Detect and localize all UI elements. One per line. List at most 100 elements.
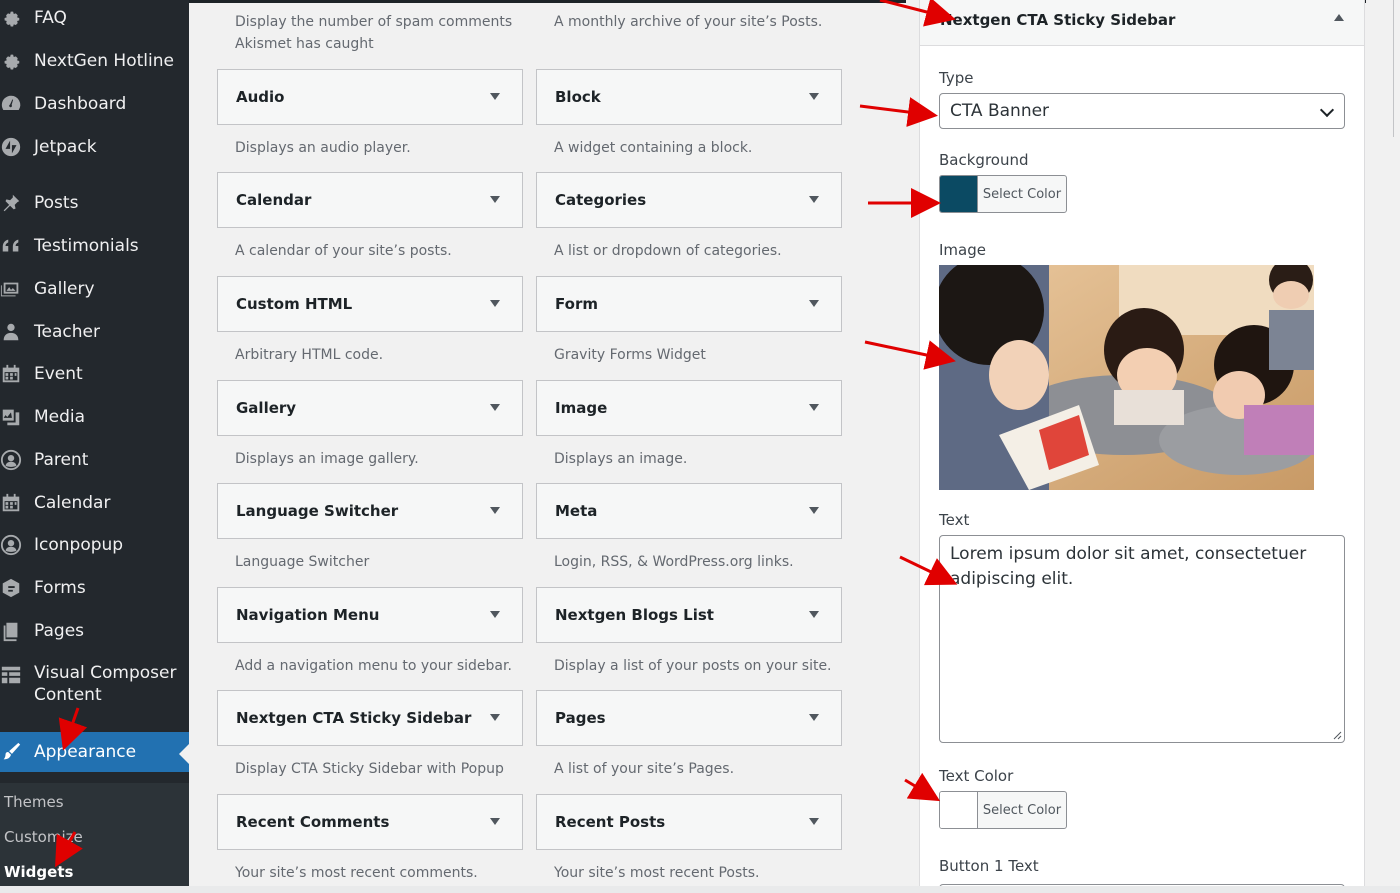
menu-pages[interactable]: Pages (0, 611, 189, 651)
menu-label: Teacher (34, 322, 100, 342)
widget-name: Navigation Menu (236, 606, 380, 624)
menu-forms[interactable]: Forms (0, 568, 189, 608)
widget-name: Recent Comments (236, 813, 390, 831)
caret-down-icon[interactable] (809, 611, 819, 618)
widget-name: Pages (555, 709, 606, 727)
menu-faq[interactable]: FAQ (0, 0, 189, 38)
gallery-icon (0, 278, 22, 300)
widget-header[interactable]: Nextgen CTA Sticky Sidebar (920, 0, 1364, 46)
widget-title: Nextgen CTA Sticky Sidebar (940, 11, 1176, 29)
widget-desc: Display a list of your posts on your sit… (554, 658, 832, 674)
menu-visual-composer[interactable]: Visual Composer Content (0, 662, 189, 712)
widget-name: Categories (555, 191, 647, 209)
cta-image[interactable] (939, 265, 1314, 490)
gear-icon (0, 7, 22, 29)
menu-calendar[interactable]: Calendar (0, 483, 189, 523)
widget-name: Nextgen CTA Sticky Sidebar (236, 709, 472, 727)
widget-name: Language Switcher (236, 502, 399, 520)
forms-icon (0, 577, 22, 599)
caret-down-icon[interactable] (809, 196, 819, 203)
menu-posts[interactable]: Posts (0, 183, 189, 223)
pin-icon (0, 192, 22, 214)
widget-item[interactable]: Recent Comments (217, 794, 523, 850)
calendar-icon (0, 363, 22, 385)
menu-label: Testimonials (34, 236, 139, 256)
caret-down-icon[interactable] (490, 714, 500, 721)
menu-label: Pages (34, 621, 85, 641)
widget-item[interactable]: Calendar (217, 172, 523, 228)
menu-jetpack[interactable]: Jetpack (0, 127, 189, 167)
menu-label: Event (34, 364, 83, 384)
submenu-customize[interactable]: Customize (4, 828, 83, 846)
widget-item[interactable]: Recent Posts (536, 794, 842, 850)
bottom-strip (0, 886, 1400, 893)
text-textarea[interactable]: Lorem ipsum dolor sit amet, consectetuer… (939, 535, 1345, 743)
widget-desc: Gravity Forms Widget (554, 347, 706, 363)
quote-icon (0, 235, 22, 257)
caret-down-icon[interactable] (490, 818, 500, 825)
pages-icon (0, 620, 22, 642)
text-color-label: Text Color (939, 767, 1014, 785)
menu-testimonials[interactable]: Testimonials (0, 226, 189, 266)
submenu-themes[interactable]: Themes (4, 793, 64, 811)
caret-down-icon[interactable] (490, 507, 500, 514)
widget-item[interactable]: Custom HTML (217, 276, 523, 332)
submenu-widgets[interactable]: Widgets (4, 863, 73, 881)
menu-label: Iconpopup (34, 535, 124, 555)
widget-item[interactable]: Navigation Menu (217, 587, 523, 643)
menu-teacher[interactable]: Teacher (0, 312, 189, 352)
caret-down-icon[interactable] (490, 611, 500, 618)
menu-media[interactable]: Media (0, 397, 189, 437)
widget-item[interactable]: Categories (536, 172, 842, 228)
caret-down-icon[interactable] (490, 196, 500, 203)
menu-dashboard[interactable]: Dashboard (0, 84, 189, 124)
collapse-arrow-icon[interactable] (1334, 14, 1344, 21)
background-color-button[interactable]: Select Color (939, 175, 1067, 213)
media-icon (0, 406, 22, 428)
widget-item[interactable]: Gallery (217, 380, 523, 436)
caret-down-icon[interactable] (490, 300, 500, 307)
caret-down-icon[interactable] (809, 93, 819, 100)
caret-down-icon[interactable] (809, 300, 819, 307)
menu-parent[interactable]: Parent (0, 440, 189, 480)
resize-grip-icon[interactable] (1332, 730, 1342, 740)
widget-name: Audio (236, 88, 285, 106)
menu-iconpopup[interactable]: Iconpopup (0, 525, 189, 565)
menu-label: Visual Composer Content (34, 663, 177, 705)
menu-appearance[interactable]: Appearance (0, 732, 189, 772)
widget-item[interactable]: Meta (536, 483, 842, 539)
widget-item[interactable]: Nextgen Blogs List (536, 587, 842, 643)
widget-desc: Arbitrary HTML code. (235, 347, 384, 363)
menu-label: Jetpack (34, 137, 97, 157)
caret-down-icon[interactable] (490, 404, 500, 411)
widget-name: Nextgen Blogs List (555, 606, 714, 624)
widget-item[interactable]: Block (536, 69, 842, 125)
type-select[interactable]: CTA Banner (939, 93, 1345, 129)
caret-down-icon[interactable] (809, 818, 819, 825)
widget-item[interactable]: Language Switcher (217, 483, 523, 539)
widget-desc: A widget containing a block. (554, 140, 753, 156)
widget-item[interactable]: Pages (536, 690, 842, 746)
gear-icon (0, 50, 22, 72)
grid-icon (0, 664, 22, 686)
menu-gallery[interactable]: Gallery (0, 269, 189, 309)
select-color-label: Select Color (982, 802, 1062, 818)
widget-item[interactable]: Audio (217, 69, 523, 125)
menu-label: Parent (34, 450, 89, 470)
menu-nextgen-hotline[interactable]: NextGen Hotline (0, 41, 189, 81)
caret-down-icon[interactable] (809, 714, 819, 721)
image-label: Image (939, 241, 986, 259)
menu-label: Appearance (34, 742, 137, 762)
widget-desc: Add a navigation menu to your sidebar. (235, 658, 512, 674)
widget-item[interactable]: Image (536, 380, 842, 436)
widget-item[interactable]: Nextgen CTA Sticky Sidebar (217, 690, 523, 746)
text-color-button[interactable]: Select Color (939, 791, 1067, 829)
caret-down-icon[interactable] (809, 507, 819, 514)
caret-down-icon[interactable] (490, 93, 500, 100)
menu-event[interactable]: Event (0, 354, 189, 394)
widget-name: Gallery (236, 399, 297, 417)
user-icon (0, 321, 22, 343)
divider (1393, 0, 1394, 137)
caret-down-icon[interactable] (809, 404, 819, 411)
widget-item[interactable]: Form (536, 276, 842, 332)
